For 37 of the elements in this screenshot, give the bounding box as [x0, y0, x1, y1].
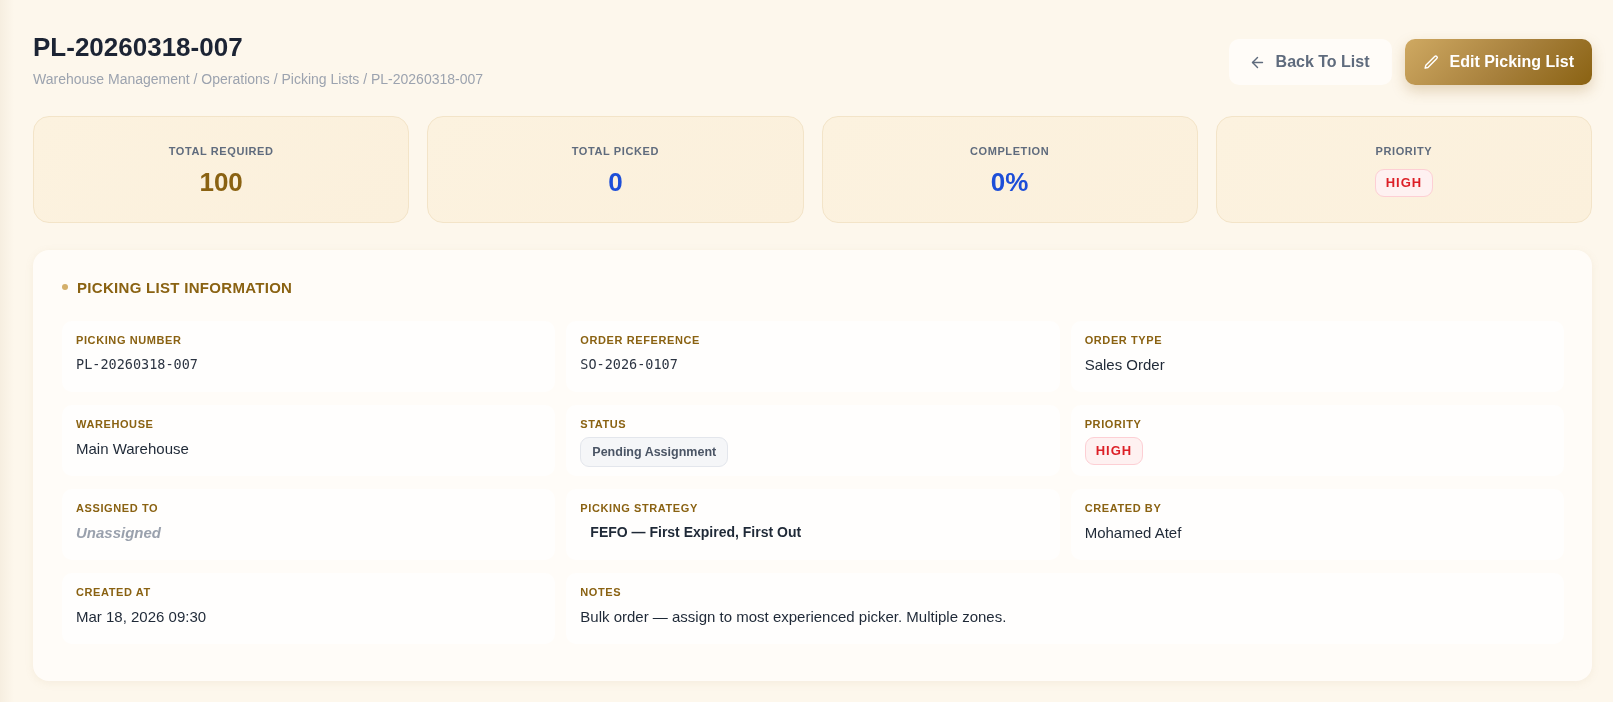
- stat-value: 100: [199, 167, 243, 197]
- field-label: PRIORITY: [1084, 417, 1142, 431]
- back-button[interactable]: Back To List: [1228, 39, 1392, 85]
- field-label: ORDER REFERENCE: [580, 333, 700, 347]
- priority-badge: HIGH: [1374, 169, 1434, 197]
- field-label: CREATED BY: [1084, 501, 1162, 515]
- field-label: ORDER TYPE: [1084, 333, 1163, 347]
- stat-value: 0: [608, 167, 623, 197]
- field-value: Bulk order — assign to most experienced picker. Multiple zones.: [580, 607, 1007, 626]
- stat-label: PRIORITY: [1375, 144, 1433, 158]
- field-label: CREATED AT: [76, 585, 151, 599]
- field-value: Mar 18, 2026 09:30: [76, 607, 207, 626]
- field-value: Mohamed Atef: [1084, 523, 1182, 542]
- field-value: PL-20260318-007: [76, 355, 198, 374]
- field-label: PICKING NUMBER: [76, 333, 182, 347]
- bullet-dot-icon: [62, 284, 68, 290]
- field-label: ASSIGNED TO: [76, 501, 159, 515]
- breadcrumb: Warehouse Management / Operations / Picking Lists / PL-20260318-007: [33, 70, 484, 88]
- stat-label: TOTAL REQUIRED: [168, 144, 274, 158]
- edit-button[interactable]: Edit Picking List: [1404, 39, 1592, 85]
- field-label: WAREHOUSE: [76, 417, 154, 431]
- field-value: SO-2026-0107: [580, 355, 678, 374]
- field-value: Main Warehouse: [76, 439, 189, 458]
- page-title: PL-20260318-007: [33, 31, 244, 63]
- field-value: FEFO — First Expired, First Out: [589, 523, 802, 542]
- stat-label: COMPLETION: [969, 144, 1050, 158]
- stat-value: 0%: [990, 167, 1029, 197]
- field-label: NOTES: [580, 585, 622, 599]
- field-value: Sales Order: [1084, 355, 1165, 374]
- status-badge: Pending Assignment: [580, 437, 729, 467]
- pencil-icon: [1422, 53, 1440, 71]
- stat-label: TOTAL PICKED: [571, 144, 659, 158]
- field-value: Unassigned: [76, 523, 162, 542]
- section-title: PICKING LIST INFORMATION: [77, 278, 293, 296]
- field-label: STATUS: [580, 417, 627, 431]
- field-label: PICKING STRATEGY: [580, 501, 698, 515]
- priority-badge: HIGH: [1084, 437, 1144, 465]
